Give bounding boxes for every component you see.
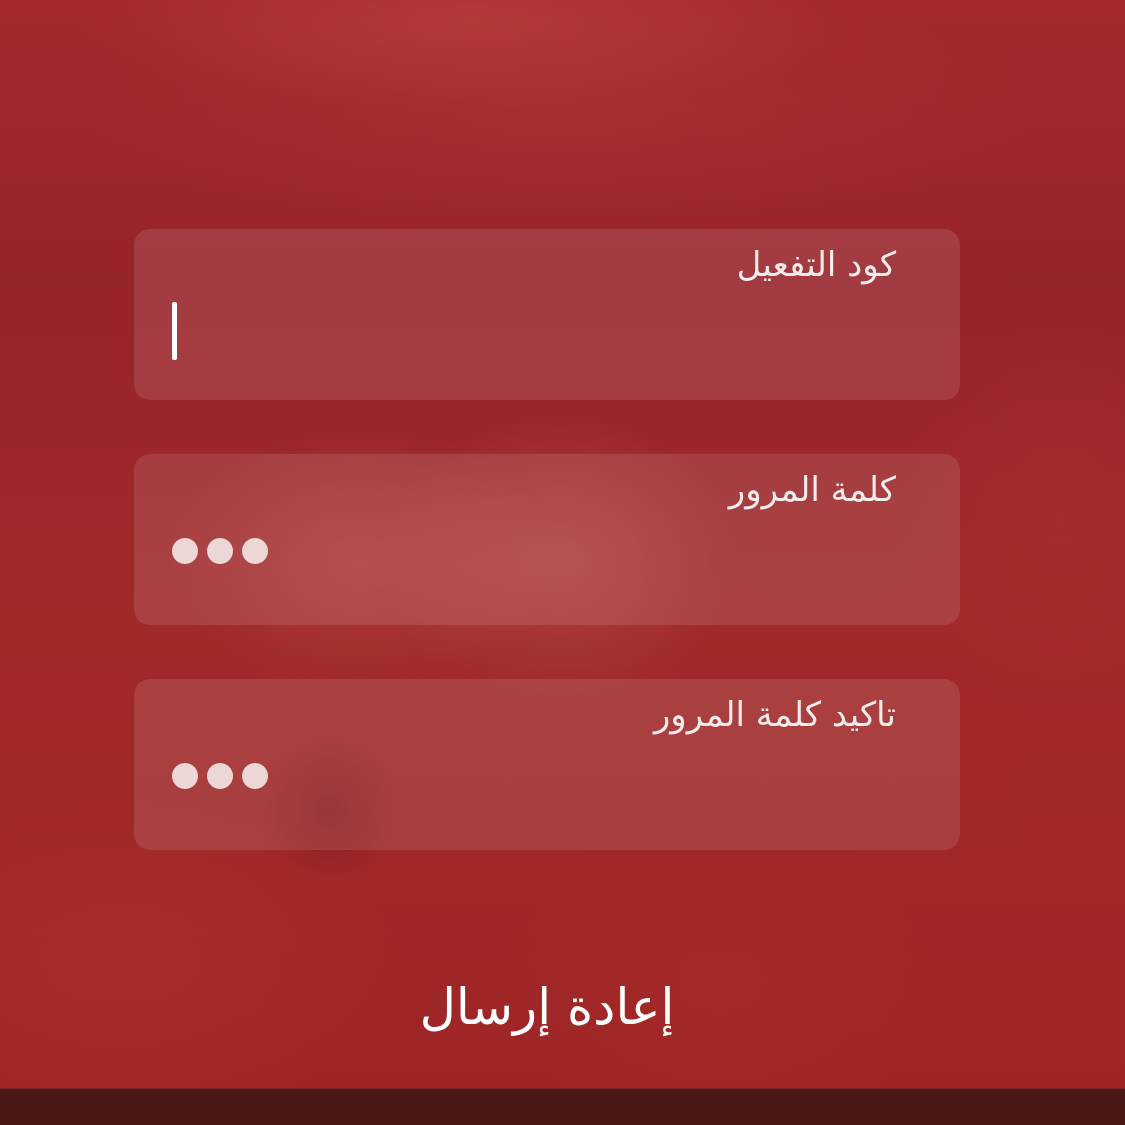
confirm-password-mask-dot xyxy=(242,763,268,789)
confirm-password-label: تاكيد كلمة المرور xyxy=(653,695,896,735)
resend-button[interactable]: إعادة إرسال xyxy=(0,978,1094,1036)
activation-code-label: كود التفعيل xyxy=(736,245,896,285)
password-mask-dot xyxy=(242,538,268,564)
activation-code-input[interactable] xyxy=(172,299,932,363)
password-input[interactable] xyxy=(172,524,932,588)
password-mask-dot xyxy=(172,538,198,564)
confirm-password-mask xyxy=(172,763,268,789)
confirm-password-mask-dot xyxy=(172,763,198,789)
confirm-password-input[interactable] xyxy=(172,749,932,813)
password-field[interactable]: كلمة المرور xyxy=(134,454,960,625)
confirm-password-field[interactable]: تاكيد كلمة المرور xyxy=(134,679,960,850)
confirm-password-mask-dot xyxy=(207,763,233,789)
password-mask xyxy=(172,538,268,564)
password-mask-dot xyxy=(207,538,233,564)
text-cursor xyxy=(172,302,177,360)
activation-code-field[interactable]: كود التفعيل xyxy=(134,229,960,400)
bottom-bar xyxy=(0,1088,1125,1125)
password-label: كلمة المرور xyxy=(728,470,896,510)
